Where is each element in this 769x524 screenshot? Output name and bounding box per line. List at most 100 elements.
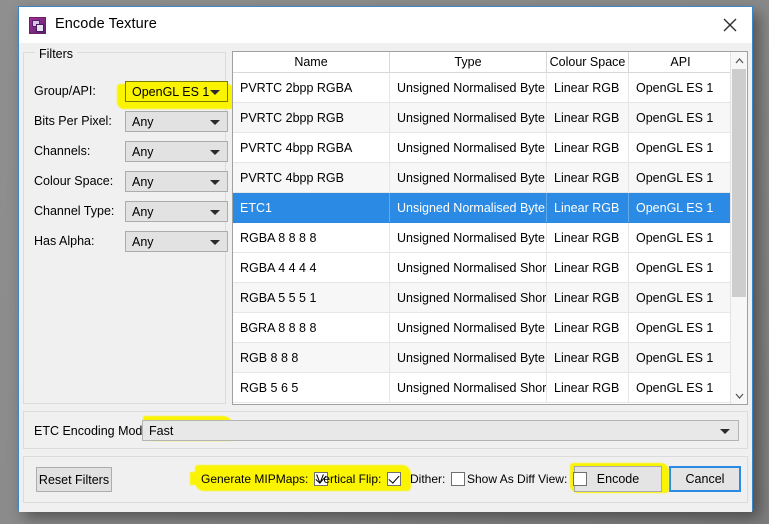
cell-name: BGRA 8 8 8 8 bbox=[233, 313, 390, 342]
filter-label-group-api: Group/API: bbox=[34, 84, 96, 98]
chevron-down-icon bbox=[210, 150, 220, 155]
close-icon[interactable] bbox=[707, 7, 752, 42]
cancel-button[interactable]: Cancel bbox=[669, 466, 741, 492]
table-row[interactable]: RGB 5 6 5 Unsigned Normalised Short Line… bbox=[233, 373, 732, 403]
checkbox-show-as-diff-view[interactable] bbox=[573, 472, 588, 486]
cell-colour-space: Linear RGB bbox=[547, 103, 629, 132]
checkbox-group-dither: Dither: bbox=[410, 470, 466, 488]
cell-type: Unsigned Normalised Byte bbox=[390, 313, 547, 342]
cell-colour-space: Linear RGB bbox=[547, 343, 629, 372]
formats-table[interactable]: Name Type Colour Space API PVRTC 2bpp RG… bbox=[232, 51, 748, 405]
dialog-body: Filters Group/API: OpenGL ES 1 Bits Per … bbox=[19, 43, 752, 512]
chevron-down-icon bbox=[210, 240, 220, 245]
column-header-type[interactable]: Type bbox=[390, 52, 547, 72]
checkbox-group-vertical-flip: Vertical Flip: bbox=[316, 470, 402, 488]
cell-api: OpenGL ES 1 bbox=[636, 170, 714, 185]
chevron-down-icon bbox=[210, 90, 220, 95]
cell-type: Unsigned Normalised Byte bbox=[390, 343, 547, 372]
etc-encoding-mode-combo[interactable]: Fast bbox=[142, 420, 739, 441]
filter-value-channel-type: Any bbox=[132, 205, 154, 219]
table-row[interactable]: PVRTC 2bpp RGB Unsigned Normalised Byte … bbox=[233, 103, 732, 133]
table-row[interactable]: RGBA 8 8 8 8 Unsigned Normalised Byte Li… bbox=[233, 223, 732, 253]
scroll-down-icon[interactable] bbox=[731, 387, 747, 404]
cell-colour-space: Linear RGB bbox=[547, 163, 629, 192]
filter-value-has-alpha: Any bbox=[132, 235, 154, 249]
chevron-down-icon bbox=[210, 180, 220, 185]
filter-value-bits-per-pixel: Any bbox=[132, 115, 154, 129]
cell-name: PVRTC 2bpp RGB bbox=[233, 103, 390, 132]
scrollbar-thumb[interactable] bbox=[732, 69, 746, 297]
cell-type: Unsigned Normalised Byte bbox=[390, 73, 547, 102]
cell-name: PVRTC 2bpp RGBA bbox=[233, 73, 390, 102]
desktop-backdrop: Encode Texture Filters Group/API: OpenGL… bbox=[0, 0, 769, 524]
cell-colour-space: Linear RGB bbox=[547, 73, 629, 102]
dialog-action-bar: Reset Filters Generate MIPMaps: Vertical… bbox=[23, 456, 748, 503]
table-row[interactable]: BGRA 8 8 8 8 Unsigned Normalised Byte Li… bbox=[233, 313, 732, 343]
cell-name: RGBA 5 5 5 1 bbox=[233, 283, 390, 312]
table-row[interactable]: RGB 8 8 8 Unsigned Normalised Byte Linea… bbox=[233, 343, 732, 373]
checkbox-dither[interactable] bbox=[451, 472, 466, 486]
table-row[interactable]: RGBA 4 4 4 4 Unsigned Normalised Short L… bbox=[233, 253, 732, 283]
filter-value-colour-space: Any bbox=[132, 175, 154, 189]
chevron-down-icon bbox=[210, 210, 220, 215]
etc-encoding-mode-label: ETC Encoding Mode: bbox=[34, 424, 153, 438]
filter-value-channels: Any bbox=[132, 145, 154, 159]
filter-row-bits-per-pixel: Bits Per Pixel: Any bbox=[34, 111, 228, 132]
filter-combo-channel-type[interactable]: Any bbox=[125, 201, 228, 222]
checkbox-label-vertical-flip: Vertical Flip: bbox=[316, 472, 382, 486]
cell-api: OpenGL ES 1 bbox=[636, 140, 714, 155]
cell-name: RGB 8 8 8 bbox=[233, 343, 390, 372]
cell-colour-space: Linear RGB bbox=[547, 223, 629, 252]
table-header-row: Name Type Colour Space API bbox=[233, 52, 732, 73]
column-header-api[interactable]: API bbox=[629, 52, 732, 72]
filter-label-has-alpha: Has Alpha: bbox=[34, 234, 95, 248]
cell-api: OpenGL ES 1 bbox=[636, 320, 714, 335]
cell-api: OpenGL ES 1 bbox=[636, 380, 714, 395]
filter-combo-has-alpha[interactable]: Any bbox=[125, 231, 228, 252]
cell-type: Unsigned Normalised Short bbox=[390, 373, 547, 402]
column-header-colour-space[interactable]: Colour Space bbox=[547, 52, 629, 72]
filter-row-colour-space: Colour Space: Any bbox=[34, 171, 228, 192]
checkbox-vertical-flip[interactable] bbox=[387, 472, 402, 486]
cell-type: Unsigned Normalised Byte bbox=[390, 133, 547, 162]
cell-name: RGBA 8 8 8 8 bbox=[233, 223, 390, 252]
table-vertical-scrollbar[interactable] bbox=[730, 52, 747, 404]
cell-api: OpenGL ES 1 bbox=[636, 290, 714, 305]
cell-type: Unsigned Normalised Short bbox=[390, 283, 547, 312]
cell-api: OpenGL ES 1 bbox=[636, 260, 714, 275]
filter-combo-group-api[interactable]: OpenGL ES 1 bbox=[125, 81, 228, 102]
formats-table-body: Name Type Colour Space API PVRTC 2bpp RG… bbox=[233, 52, 732, 404]
filter-row-channels: Channels: Any bbox=[34, 141, 228, 162]
cell-colour-space: Linear RGB bbox=[547, 313, 629, 342]
column-header-name[interactable]: Name bbox=[233, 52, 390, 72]
etc-encoding-mode-group: ETC Encoding Mode: Fast bbox=[23, 411, 748, 449]
filter-label-colour-space: Colour Space: bbox=[34, 174, 114, 188]
cell-type: Unsigned Normalised Short bbox=[390, 253, 547, 282]
cell-api: OpenGL ES 1 bbox=[636, 200, 714, 215]
cell-colour-space: Linear RGB bbox=[547, 373, 629, 402]
reset-filters-button[interactable]: Reset Filters bbox=[36, 467, 112, 492]
filters-group: Filters Group/API: OpenGL ES 1 Bits Per … bbox=[23, 47, 235, 404]
table-row[interactable]: PVRTC 4bpp RGBA Unsigned Normalised Byte… bbox=[233, 133, 732, 163]
cell-colour-space: Linear RGB bbox=[547, 133, 629, 162]
encode-texture-dialog: Encode Texture Filters Group/API: OpenGL… bbox=[18, 6, 753, 512]
cell-api: OpenGL ES 1 bbox=[636, 110, 714, 125]
cell-colour-space: Linear RGB bbox=[547, 193, 629, 222]
filter-combo-colour-space[interactable]: Any bbox=[125, 171, 228, 192]
checkbox-label-generate-mipmaps: Generate MIPMaps: bbox=[201, 472, 309, 486]
cell-type: Unsigned Normalised Byte bbox=[390, 193, 547, 222]
table-row-selected[interactable]: ETC1 Unsigned Normalised Byte Linear RGB… bbox=[233, 193, 732, 223]
table-row[interactable]: PVRTC 2bpp RGBA Unsigned Normalised Byte… bbox=[233, 73, 732, 103]
table-row[interactable]: PVRTC 4bpp RGB Unsigned Normalised Byte … bbox=[233, 163, 732, 193]
cell-type: Unsigned Normalised Byte bbox=[390, 103, 547, 132]
cell-name: PVRTC 4bpp RGBA bbox=[233, 133, 390, 162]
cell-type: Unsigned Normalised Byte bbox=[390, 163, 547, 192]
table-row[interactable]: RGBA 5 5 5 1 Unsigned Normalised Short L… bbox=[233, 283, 732, 313]
filter-value-group-api: OpenGL ES 1 bbox=[132, 85, 210, 99]
scroll-up-icon[interactable] bbox=[731, 52, 747, 69]
checkbox-group-show-as-diff-view: Show As Diff View: bbox=[467, 470, 588, 488]
filter-combo-channels[interactable]: Any bbox=[125, 141, 228, 162]
title-bar: Encode Texture bbox=[19, 7, 752, 43]
filter-combo-bits-per-pixel[interactable]: Any bbox=[125, 111, 228, 132]
filter-label-channels: Channels: bbox=[34, 144, 91, 158]
